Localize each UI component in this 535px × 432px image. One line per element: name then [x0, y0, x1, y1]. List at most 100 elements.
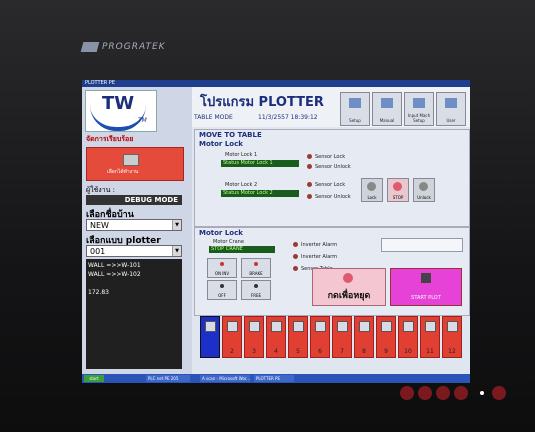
table-button-4[interactable]: 4	[266, 316, 286, 358]
table-button-9[interactable]: 9	[376, 316, 396, 358]
select-work-button[interactable]: เลือกได้ทำงาน	[86, 147, 184, 181]
press-to-stop-button[interactable]: กดเพื่อหยุด	[312, 268, 386, 306]
table-icon	[315, 321, 326, 332]
crane-label: Motor Crane	[213, 239, 244, 245]
start-plot-button[interactable]: START PLOT	[390, 268, 462, 306]
motor-lock-2-label: Motor Lock 2	[225, 182, 258, 188]
table-button-5[interactable]: 5	[288, 316, 308, 358]
window-titlebar: PLOTTER PE	[82, 80, 470, 87]
free-button[interactable]: FREE	[241, 280, 271, 300]
move-to-table-panel: MOVE TO TABLE Motor Lock Motor Lock 1 St…	[194, 129, 470, 227]
off-button[interactable]: OFF	[207, 280, 237, 300]
sensor-led	[307, 164, 312, 169]
setup-button[interactable]: Setup	[340, 92, 370, 126]
table-icon	[403, 321, 414, 332]
table-icon	[447, 321, 458, 332]
logo-tm: TM	[138, 117, 147, 124]
table-number: 2	[230, 348, 234, 355]
press-to-stop-label: กดเพื่อหยุด	[327, 291, 371, 301]
sensor-lock-1: Sensor Lock	[315, 154, 346, 160]
lock-icon	[367, 182, 376, 191]
power-led-icon	[480, 391, 484, 395]
table-button-8[interactable]: 8	[354, 316, 374, 358]
mode-label: TABLE MODE	[194, 114, 233, 121]
motor-lock-2-status: Status Motor Lock 2	[221, 190, 299, 197]
table-number: 7	[340, 348, 344, 355]
table-button-11[interactable]: 11	[420, 316, 440, 358]
alarm-led	[293, 242, 298, 247]
list-item[interactable]: 172.83	[88, 288, 180, 297]
table-number: 3	[252, 348, 256, 355]
hardware-button[interactable]	[418, 386, 432, 400]
hardware-button[interactable]	[436, 386, 450, 400]
table-button-7[interactable]: 7	[332, 316, 352, 358]
setup-label: Setup	[349, 118, 361, 123]
table-button-6[interactable]: 6	[310, 316, 330, 358]
hardware-button[interactable]	[400, 386, 414, 400]
input-mach-setup-button[interactable]: Input Mach Setup	[404, 92, 434, 126]
house-value: NEW	[90, 221, 109, 230]
house-select[interactable]: NEW ▼	[86, 219, 182, 231]
table-selector: 2 3 4 5 6 7 8 9 10 11 12	[200, 316, 466, 360]
list-item[interactable]: WALL =>>W-101	[88, 261, 180, 270]
wall-list[interactable]: WALL =>>W-101 WALL =>>W-102 172.83	[86, 259, 182, 369]
taskbar-item[interactable]: PLOTTER PE	[254, 375, 294, 382]
taskbar-item[interactable]: PLC net PE 205	[146, 375, 190, 382]
crane-display	[381, 238, 463, 252]
user-icon	[445, 98, 457, 108]
alarm-led	[293, 254, 298, 259]
table-number: 9	[384, 348, 388, 355]
stop-label: STOP	[392, 195, 404, 200]
tw-logo: TW TM	[85, 90, 157, 132]
table-number: 5	[296, 348, 300, 355]
plotter-select[interactable]: 001 ▼	[86, 245, 182, 257]
table-button-3[interactable]: 3	[244, 316, 264, 358]
start-button[interactable]: start	[84, 375, 104, 382]
stop-button[interactable]: STOP	[387, 178, 409, 202]
table-number: 10	[404, 348, 412, 355]
unlock-label: Unlock	[417, 195, 431, 200]
table-icon	[271, 321, 282, 332]
taskbar: start PLC net PE 205 A scan - Microsoft …	[82, 374, 470, 383]
table-button-1[interactable]	[200, 316, 220, 358]
brand-logo: PROGRATEK	[80, 42, 166, 52]
led-icon	[254, 284, 258, 288]
table-icon	[293, 321, 304, 332]
unlock-button[interactable]: Unlock	[413, 178, 435, 202]
chevron-down-icon: ▼	[172, 220, 181, 230]
on-inv-label: ON INV	[214, 271, 230, 276]
led-icon	[220, 284, 224, 288]
screen: PLOTTER PE TW TM จัดการเรียบร้อย เลือกได…	[82, 80, 470, 383]
on-inv-button[interactable]: ON INV	[207, 258, 237, 278]
table-icon	[381, 321, 392, 332]
table-button-10[interactable]: 10	[398, 316, 418, 358]
user-button[interactable]: User	[436, 92, 466, 126]
motor-lock-subtitle: Motor Lock	[199, 140, 243, 148]
crane-status: STOP CRANE	[209, 246, 275, 253]
hardware-button[interactable]	[454, 386, 468, 400]
table-button-2[interactable]: 2	[222, 316, 242, 358]
table-number: 8	[362, 348, 366, 355]
brake-button[interactable]: BRAKE	[241, 258, 271, 278]
chevron-down-icon: ▼	[172, 246, 181, 256]
taskbar-item[interactable]: A scan - Microsoft Wor...	[200, 375, 250, 382]
sensor-led	[293, 266, 298, 271]
section-title: จัดการเรียบร้อย	[86, 135, 134, 143]
hardware-button[interactable]	[492, 386, 506, 400]
inverter-alarm-1: Inverter Alarm	[301, 242, 338, 248]
free-label: FREE	[250, 293, 262, 298]
table-icon	[249, 321, 260, 332]
sensor-led	[307, 182, 312, 187]
lock-button[interactable]: Lock	[361, 178, 383, 202]
motor-lock-1-label: Motor Lock 1	[225, 152, 258, 158]
plotter-value: 001	[90, 247, 106, 256]
manual-icon	[381, 98, 393, 108]
sensor-unlock-1: Sensor Unlock	[315, 164, 351, 170]
datetime: 11/3/2557 18:39:12	[258, 114, 318, 121]
manual-button[interactable]: Manual	[372, 92, 402, 126]
motor-lock-title: Motor Lock	[199, 229, 243, 237]
table-number: 4	[274, 348, 278, 355]
list-item[interactable]	[88, 279, 180, 288]
table-button-12[interactable]: 12	[442, 316, 462, 358]
list-item[interactable]: WALL =>>W-102	[88, 270, 180, 279]
